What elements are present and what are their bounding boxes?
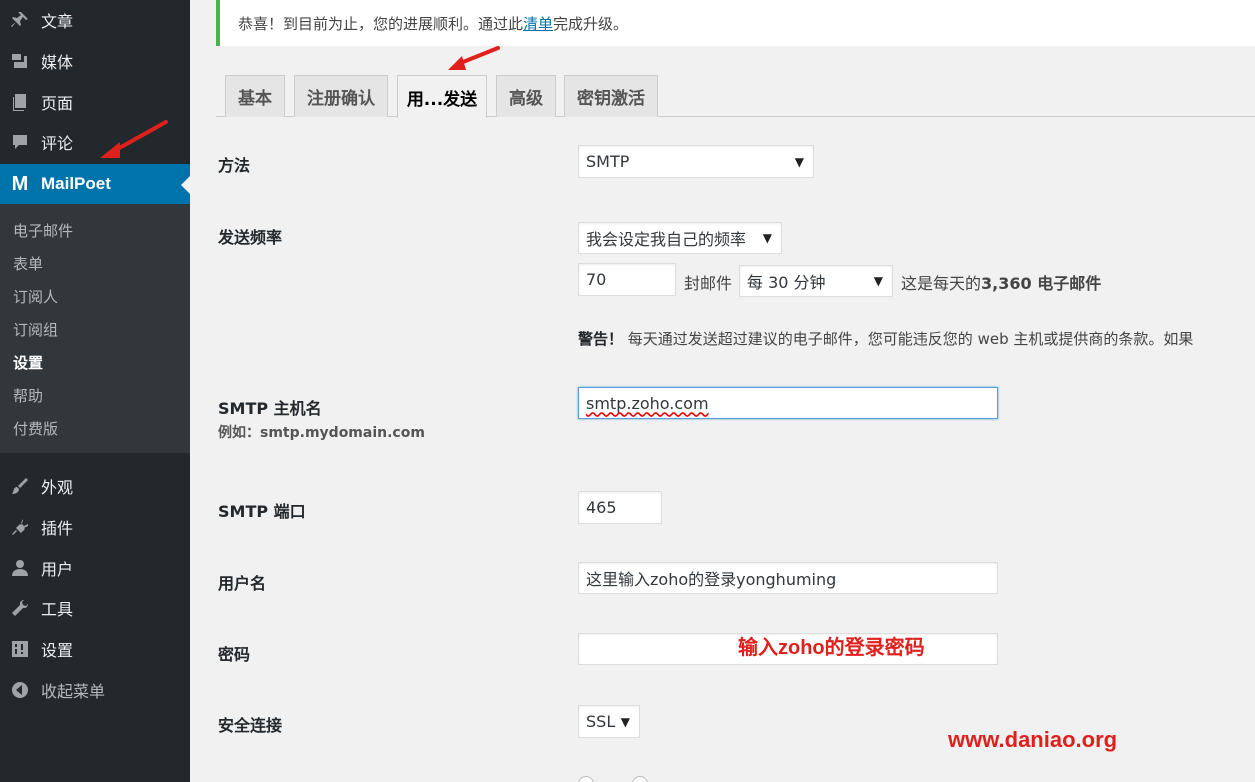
emails-per-label: 封邮件 (684, 274, 733, 293)
comment-icon (7, 131, 33, 153)
daily-total: 这是每天的3,360 电子邮件 (901, 270, 1101, 294)
daily-prefix: 这是每天的 (901, 274, 982, 293)
menu-label: 文章 (41, 12, 74, 31)
secure-connection-select[interactable]: SSL (578, 705, 640, 738)
pin-icon (7, 9, 33, 31)
checklist-link[interactable]: 清单 (523, 13, 553, 34)
menu-label: 插件 (41, 519, 74, 538)
sending-warning: 警告！ 每天通过发送超过建议的电子邮件，您可能违反您的 web 主机或提供商的条… (578, 328, 1193, 349)
pages-icon (7, 91, 33, 113)
media-icon (7, 50, 33, 72)
method-value: SMTP (586, 152, 630, 171)
submenu-forms[interactable]: 表单 (13, 253, 43, 274)
smtp-port-value: 465 (586, 498, 617, 517)
smtp-host-value: smtp.zoho.com (586, 393, 709, 413)
menu-label: 收起菜单 (41, 682, 106, 701)
brush-icon (7, 475, 33, 497)
username-value: 这里输入zoho的登录yonghuming (586, 570, 837, 589)
interval-value: 每 30 分钟 (747, 273, 826, 292)
frequency-label: 发送频率 (218, 228, 283, 247)
menu-media[interactable]: 媒体 (0, 41, 190, 81)
notice-text: 恭喜！到目前为止，您的进展顺利。通过此 (238, 14, 524, 33)
secure-connection-value: SSL (586, 712, 616, 731)
submenu-help[interactable]: 帮助 (13, 385, 43, 406)
menu-users[interactable]: 用户 (0, 548, 190, 588)
smtp-host-input[interactable]: smtp.zoho.com (578, 387, 998, 419)
submenu-settings[interactable]: 设置 (13, 352, 43, 373)
frequency-value: 我会设定我自己的频率 (586, 230, 747, 249)
wrench-icon (7, 597, 33, 619)
submenu-subscribers[interactable]: 订阅人 (13, 286, 58, 307)
menu-label: 评论 (41, 134, 74, 153)
emails-count-value: 70 (586, 270, 607, 289)
password-label: 密码 (218, 645, 251, 664)
username-label: 用户名 (218, 574, 267, 593)
frequency-select[interactable]: 我会设定我自己的频率 (578, 222, 782, 254)
secure-connection-label: 安全连接 (218, 716, 283, 735)
settings-icon (7, 638, 33, 660)
interval-select[interactable]: 每 30 分钟 (739, 265, 893, 297)
smtp-port-label: SMTP 端口 (218, 502, 306, 521)
menu-plugins[interactable]: 插件 (0, 507, 190, 547)
tab-advanced[interactable]: 高级 (496, 75, 556, 117)
submenu-premium[interactable]: 付费版 (13, 418, 58, 439)
submenu-lists[interactable]: 订阅组 (13, 319, 58, 340)
collapse-icon (7, 679, 33, 701)
menu-collapse[interactable]: 收起菜单 (0, 670, 190, 710)
tab-key-activation[interactable]: 密钥激活 (564, 75, 658, 117)
menu-label: MailPoet (41, 174, 111, 193)
username-input[interactable]: 这里输入zoho的登录yonghuming (578, 562, 998, 594)
warning-text: 每天通过发送超过建议的电子邮件，您可能违反您的 web 主机或提供商的条款。如果 (627, 330, 1194, 348)
tab-send-with[interactable]: 用...发送 (397, 75, 487, 118)
mailpoet-icon: M (11, 172, 29, 195)
menu-pages[interactable]: 页面 (0, 82, 190, 122)
annotation-arrow-mailpoet (100, 120, 168, 158)
menu-label: 外观 (41, 478, 74, 497)
menu-label: 设置 (41, 641, 74, 660)
menu-tools[interactable]: 工具 (0, 588, 190, 628)
smtp-port-input[interactable]: 465 (578, 491, 662, 524)
annotation-arrow-tab (448, 46, 500, 70)
menu-posts[interactable]: 文章 (0, 0, 190, 40)
menu-appearance[interactable]: 外观 (0, 466, 190, 506)
method-label: 方法 (218, 156, 251, 175)
tab-basics[interactable]: 基本 (225, 75, 285, 117)
daily-count: 3,360 电子邮件 (981, 274, 1102, 293)
user-icon (7, 557, 33, 579)
menu-settings[interactable]: 设置 (0, 629, 190, 669)
plugin-icon (7, 516, 33, 538)
password-annotation: 输入zoho的登录密码 (738, 637, 925, 659)
menu-mailpoet[interactable]: M MailPoet (0, 164, 190, 204)
watermark-text: www.daniao.org (948, 727, 1118, 752)
method-select[interactable]: SMTP (578, 145, 814, 178)
auth-radio-yes[interactable] (578, 776, 594, 782)
menu-label: 用户 (41, 560, 74, 579)
menu-label: 工具 (41, 600, 74, 619)
menu-label: 媒体 (41, 53, 74, 72)
auth-radio-no[interactable] (632, 776, 648, 782)
smtp-host-label: SMTP 主机名 (218, 399, 322, 418)
tab-signup-confirmation[interactable]: 注册确认 (294, 75, 388, 117)
warning-label: 警告！ (578, 330, 624, 348)
mailpoet-submenu: 电子邮件 表单 订阅人 订阅组 设置 帮助 付费版 (0, 204, 190, 453)
notice-text-end: 完成升级。 (553, 14, 629, 33)
emails-count-input[interactable]: 70 (578, 263, 676, 296)
smtp-host-example: 例如：smtp.mydomain.com (218, 425, 425, 441)
upgrade-notice: 恭喜！到目前为止，您的进展顺利。通过此 清单 完成升级。 (216, 0, 1255, 46)
submenu-emails[interactable]: 电子邮件 (13, 220, 73, 241)
menu-label: 页面 (41, 94, 74, 113)
